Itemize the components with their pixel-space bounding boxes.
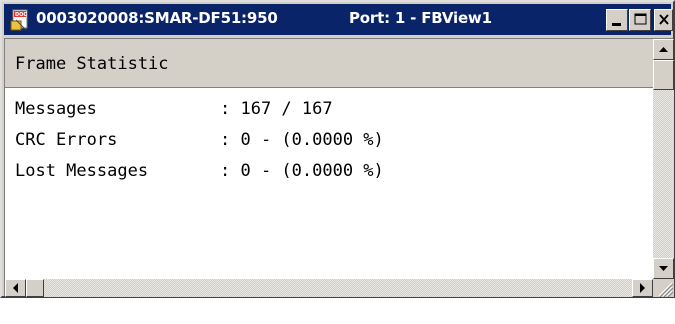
close-button[interactable]: [654, 9, 673, 31]
client-area: Frame Statistic Messages : 167 / 167 CRC…: [4, 38, 674, 297]
stat-value: : 0 - (0.0000 %): [220, 161, 384, 181]
doc-icon: DOC: [10, 9, 28, 31]
stat-value: : 0 - (0.0000 %): [220, 130, 384, 150]
stat-label: Lost Messages: [15, 161, 149, 181]
app-window: DOC 0003020008:SMAR-DF51:950 Port: 1 - F…: [0, 0, 675, 298]
scroll-up-button[interactable]: [653, 39, 674, 60]
horizontal-scrollbar[interactable]: [5, 279, 653, 297]
svg-text:DOC: DOC: [15, 12, 27, 18]
scroll-down-button[interactable]: [653, 258, 674, 279]
resize-grip-icon: [658, 282, 674, 297]
statistics-list: Messages : 167 / 167 CRC Errors : 0 - (0…: [5, 89, 653, 279]
horizontal-scroll-thumb[interactable]: [26, 279, 44, 297]
vertical-scroll-thumb[interactable]: [653, 60, 674, 90]
resize-grip[interactable]: [653, 279, 674, 297]
scroll-left-button[interactable]: [5, 279, 26, 297]
maximize-icon: [634, 13, 647, 25]
maximize-button[interactable]: [629, 9, 651, 31]
arrow-right-icon: [640, 283, 645, 293]
stat-label: Messages: [15, 99, 97, 119]
close-icon: [659, 14, 669, 25]
panel-header: Frame Statistic: [5, 39, 653, 88]
vertical-scrollbar[interactable]: [653, 39, 674, 279]
scroll-right-button[interactable]: [632, 279, 653, 297]
arrow-up-icon: [659, 47, 668, 52]
window-title: 0003020008:SMAR-DF51:950: [36, 9, 278, 27]
stat-value: : 167 / 167: [220, 99, 333, 119]
minimize-icon: [612, 23, 621, 26]
port-label: Port: 1 - FBView1: [349, 9, 492, 27]
arrow-left-icon: [13, 283, 18, 293]
minimize-button[interactable]: [606, 9, 628, 31]
arrow-down-icon: [659, 266, 668, 271]
title-bar[interactable]: DOC 0003020008:SMAR-DF51:950 Port: 1 - F…: [4, 4, 673, 35]
stat-label: CRC Errors: [15, 130, 118, 150]
panel-title: Frame Statistic: [15, 54, 169, 74]
